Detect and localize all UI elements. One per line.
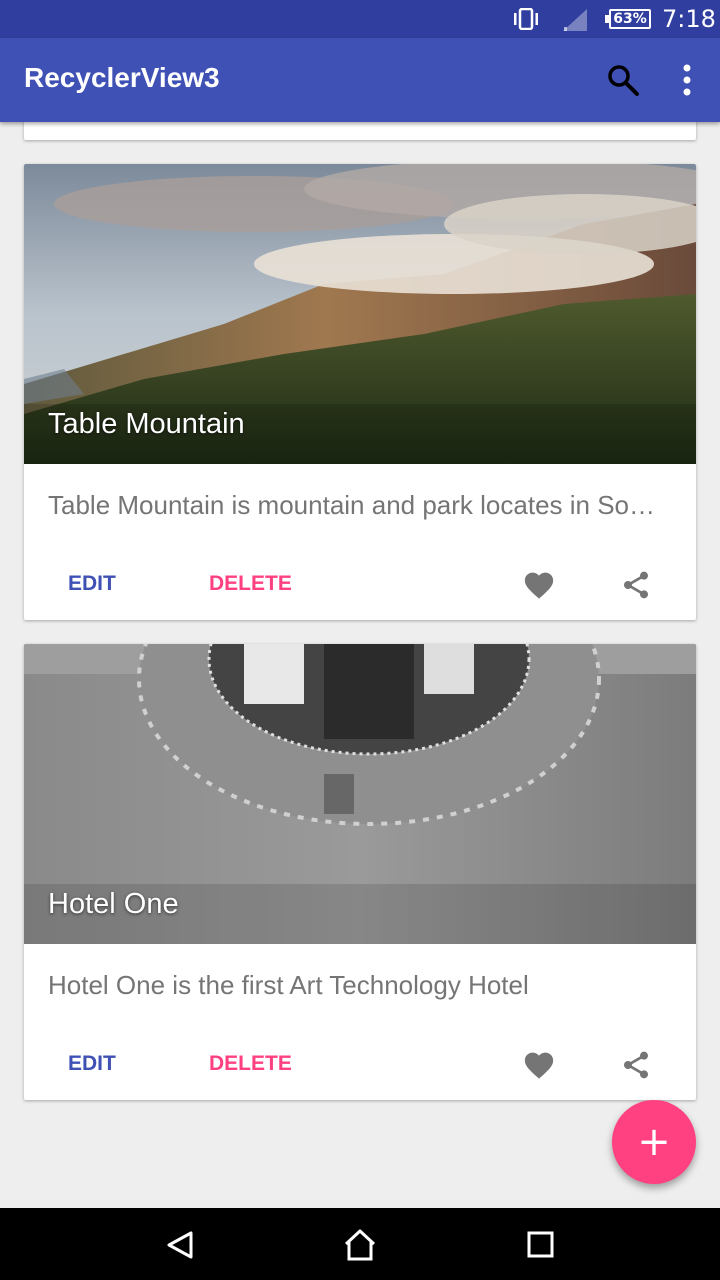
edit-button[interactable]: EDIT (68, 1052, 116, 1076)
back-icon[interactable] (165, 1230, 195, 1260)
delete-button[interactable]: DELETE (209, 572, 292, 596)
recents-icon[interactable] (527, 1231, 554, 1258)
delete-button[interactable]: DELETE (209, 1052, 292, 1076)
app-title: RecyclerView3 (24, 62, 220, 93)
signal-icon (563, 9, 587, 31)
status-bar: 63% 7:18 (0, 0, 720, 38)
card-description: Table Mountain is mountain and park loca… (48, 490, 658, 520)
card-image-hotel: Hotel One (24, 644, 696, 944)
card-image-mountain: Table Mountain (24, 164, 696, 464)
card-title: Table Mountain (48, 408, 245, 440)
navigation-bar (0, 1208, 720, 1280)
clock: 7:18 (662, 5, 716, 33)
battery-level: 63% (613, 11, 647, 27)
favorite-icon[interactable] (522, 568, 556, 600)
vibrate-icon (514, 8, 538, 30)
favorite-icon[interactable] (522, 1048, 556, 1080)
edit-button[interactable]: EDIT (68, 572, 116, 596)
share-icon[interactable] (620, 1048, 652, 1082)
battery-icon: 63% (605, 9, 651, 29)
more-vert-icon[interactable] (673, 62, 701, 98)
app-bar: RecyclerView3 (0, 38, 720, 122)
card-hotel-one[interactable]: Hotel One Hotel One is the first Art Tec… (24, 644, 696, 1100)
share-icon[interactable] (620, 568, 652, 602)
home-icon[interactable] (343, 1228, 377, 1262)
card-table-mountain[interactable]: Table Mountain Table Mountain is mountai… (24, 164, 696, 620)
search-icon[interactable] (606, 63, 640, 97)
card-description: Hotel One is the first Art Technology Ho… (48, 970, 529, 1000)
card-title: Hotel One (48, 888, 179, 920)
add-fab-button[interactable]: + (612, 1100, 696, 1184)
